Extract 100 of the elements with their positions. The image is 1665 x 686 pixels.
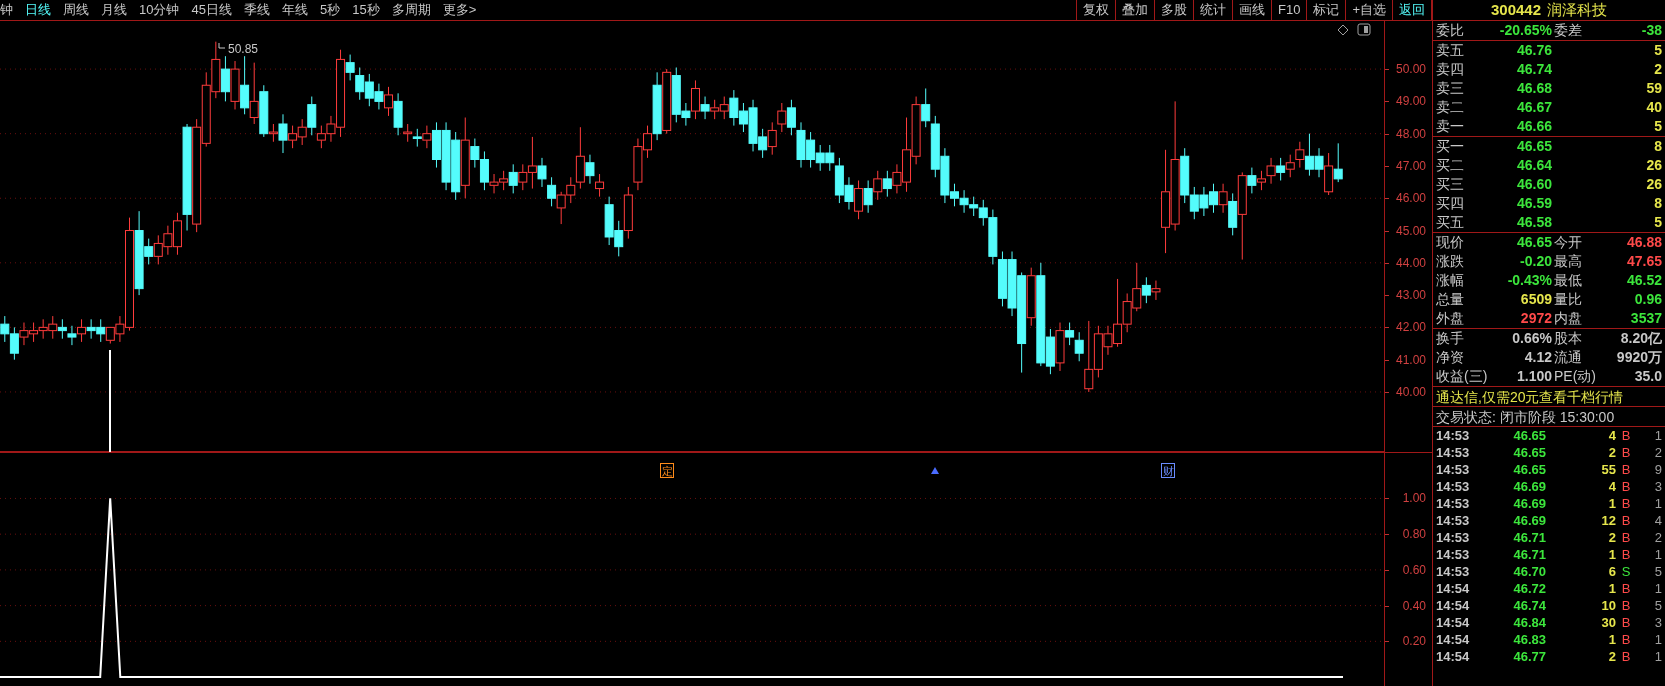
tick-volume: 2 [1607,648,1616,665]
field-value: -38 [1640,21,1662,40]
up-arrow-icon[interactable] [931,467,939,474]
diamond-icon[interactable] [1337,24,1349,36]
axis-label: 0.20 [1402,634,1426,649]
tick-time: 14:54 [1436,614,1471,631]
candlestick [882,170,892,198]
toolbar-button[interactable]: 多股 [1155,0,1194,21]
order-volume: 40 [1645,98,1662,117]
field-value: -20.65% [1498,21,1552,40]
axis-label: 42.00 [1395,320,1426,335]
tick-price: 46.65 [1512,427,1546,444]
field-label: 买五 [1436,213,1465,232]
toolbar-button[interactable]: 返回 [1393,0,1432,21]
tick-side: B [1620,648,1632,665]
candlestick [1276,157,1286,181]
field-label: 换手 [1436,329,1465,348]
candlestick [153,234,163,265]
order-volume: 8 [1653,137,1662,156]
event-marker[interactable]: 财 [1161,463,1175,478]
stock-code: 300442 [1490,0,1542,20]
field-value: 4.12 [1523,348,1552,367]
period-tab[interactable]: 季线 [243,0,270,20]
field-label: 卖二 [1436,98,1465,117]
candlestick [767,121,777,156]
candlestick [710,99,720,120]
field-label: 买一 [1436,137,1465,156]
axis-label: 50.00 [1395,62,1426,77]
order-price: 46.64 [1515,156,1552,175]
axis-label: 46.00 [1395,191,1426,206]
candlestick [969,196,979,217]
period-tab[interactable]: 多周期 [391,0,431,20]
period-tab[interactable]: 年线 [281,0,308,20]
field-value: 9920万 [1615,348,1662,367]
event-marker[interactable]: 定 [660,463,674,478]
period-tab[interactable]: 周线 [63,0,89,20]
toolbar-button[interactable]: 标记 [1307,0,1347,21]
tick-price: 46.69 [1512,478,1546,495]
order-price: 46.74 [1515,60,1552,79]
candlestick [355,67,365,101]
axis-label: 0.40 [1402,598,1426,613]
candlestick [1333,142,1343,183]
toolbar-button[interactable]: 统计 [1194,0,1233,21]
candlestick [48,315,58,340]
order-volume: 8 [1653,194,1662,213]
field-label: 现价 [1436,233,1465,252]
tick-time: 14:53 [1436,444,1471,461]
candlestick [806,131,816,169]
candlestick [1209,183,1218,214]
toolbar-button[interactable]: 复权 [1077,0,1116,21]
axis-label: 48.00 [1395,126,1426,141]
toolbar-button[interactable]: 画线 [1233,0,1272,21]
period-tab[interactable]: 10分钟 [139,0,180,20]
tick-price: 46.69 [1512,512,1546,529]
tick-price: 46.71 [1512,546,1546,563]
tick-count: 2 [1653,444,1662,461]
candlestick [240,55,250,115]
period-tab[interactable]: 更多> [442,0,477,20]
tick-volume: 1 [1607,495,1616,512]
tick-volume: 30 [1600,614,1616,631]
order-volume: 5 [1653,213,1662,232]
candlestick [29,322,39,343]
tick-time: 14:54 [1436,648,1471,665]
field-label: 今开 [1553,233,1583,252]
tick-count: 5 [1653,597,1662,614]
order-price: 46.59 [1515,194,1552,213]
tick-price: 46.83 [1512,631,1546,648]
field-label: 卖四 [1436,60,1465,79]
tick-side: B [1620,461,1632,478]
candlestick [374,83,384,110]
order-price: 46.65 [1515,137,1552,156]
panel-toggle-icon[interactable] [1357,23,1371,36]
field-label: 最低 [1553,271,1583,290]
period-tab[interactable]: 15秒 [352,0,380,20]
field-value: 35.0 [1633,367,1662,386]
toolbar-button[interactable]: 叠加 [1116,0,1155,21]
period-tab[interactable]: 月线 [101,0,127,20]
tick-time: 14:54 [1436,597,1471,614]
promo-text[interactable]: 通达信,仅需20元查看千档行情 [1433,387,1665,407]
field-value: 0.96 [1633,290,1662,309]
period-tab[interactable]: 5秒 [319,0,341,20]
toolbar-button[interactable]: F10 [1272,0,1308,21]
candlestick [297,118,307,146]
period-tab[interactable]: 钟 [0,0,13,20]
candlestick [873,170,883,201]
field-value: 2972 [1519,309,1552,328]
field-label: 外盘 [1436,309,1465,328]
order-volume: 26 [1645,156,1662,175]
period-tab[interactable]: 45日线 [191,0,232,20]
period-tab[interactable]: 日线 [25,0,51,20]
tick-count: 3 [1653,614,1662,631]
order-volume: 5 [1653,41,1662,60]
toolbar-button[interactable]: +自选 [1346,0,1393,21]
candlestick [1324,152,1334,196]
candlestick [364,73,374,107]
tick-side: B [1620,495,1632,512]
tick-volume: 1 [1607,546,1616,563]
axis-label: 40.00 [1395,384,1426,399]
tick-side: B [1620,580,1632,597]
leader-line [218,42,226,49]
